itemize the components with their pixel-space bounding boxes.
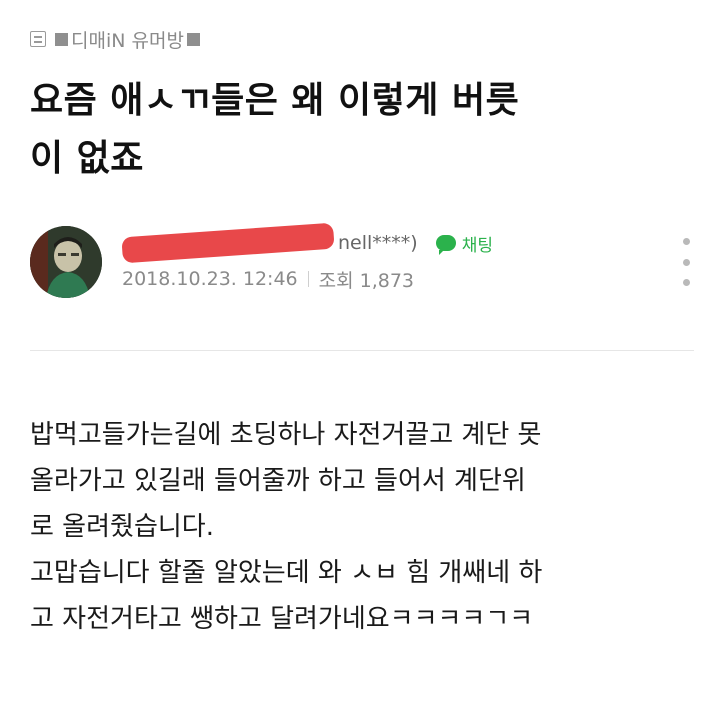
- meta-divider: [307, 271, 309, 287]
- post-meta: 2018.10.23. 12:46 조회 1,873: [122, 264, 414, 294]
- post-body-line: 올라가고 있길래 들어줄까 하고 들어서 계단위: [30, 466, 526, 496]
- post-body: 밥먹고들가는길에 초딩하나 자전거끌고 계단 못 올라가고 있길래 들어줄까 하…: [30, 412, 700, 642]
- post-body-line: 고 자전거타고 쌩하고 달려가네요ㅋㅋㅋㅋㄱㅋ: [30, 604, 534, 634]
- author-row: nell****) 채팅: [121, 222, 493, 264]
- view-count: 조회 1,873: [318, 269, 415, 292]
- post-body-line: 밥먹고들가는길에 초딩하나 자전거끌고 계단 못: [30, 420, 542, 450]
- post-body-line: 고맙습니다 할줄 알았는데 와 ㅅㅂ 힘 개쌔네 하: [30, 558, 543, 588]
- breadcrumb[interactable]: 디매iN 유머방: [30, 26, 203, 52]
- author-name-redaction: [121, 222, 335, 264]
- square-marker-icon: [186, 32, 200, 46]
- post-title-line: 이 없죠: [30, 138, 144, 179]
- post-date: 2018.10.23. 12:46: [122, 268, 298, 290]
- chat-bubble-icon: [435, 235, 456, 255]
- post-title: 요즘 애ㅅㄲ들은 왜 이렇게 버릇 이 없죠: [30, 72, 690, 188]
- author-id[interactable]: nell****): [338, 232, 418, 254]
- avatar[interactable]: [30, 226, 102, 298]
- square-marker-icon: [55, 32, 68, 46]
- post-title-line: 요즘 애ㅅㄲ들은 왜 이렇게 버릇: [30, 80, 520, 121]
- list-icon[interactable]: [30, 31, 46, 47]
- avatar-image: [30, 226, 102, 298]
- chat-button[interactable]: 채팅: [435, 231, 493, 256]
- breadcrumb-label[interactable]: 디매iN 유머방: [71, 26, 184, 53]
- chat-label: 채팅: [461, 235, 493, 256]
- post-body-line: 로 올려줬습니다.: [30, 512, 214, 542]
- divider: [30, 350, 694, 351]
- more-vertical-icon[interactable]: [680, 238, 692, 286]
